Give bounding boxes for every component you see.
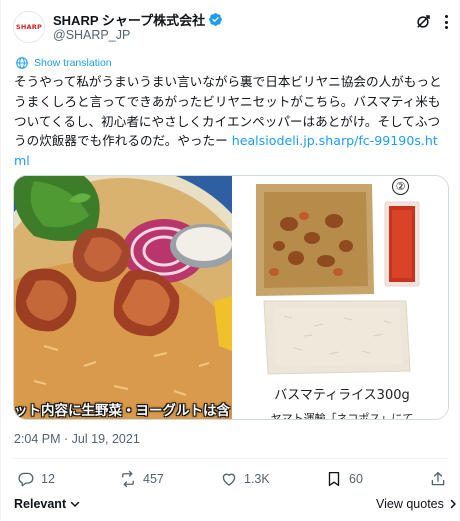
author-name-row[interactable]: SHARP シャープ株式会社 (53, 10, 223, 29)
grok-icon[interactable] (414, 13, 432, 31)
like-count: 1.3K (244, 472, 270, 486)
translate-icon (16, 57, 28, 69)
tweet-container: SHARP SHARP シャープ株式会社 @SHARP_JP Show tran… (0, 0, 460, 521)
avatar[interactable]: SHARP (13, 11, 45, 43)
more-icon[interactable] (439, 14, 453, 30)
media-caption: ット内容に生野菜・ヨーグルトは含 (14, 403, 230, 419)
shipping-label: ヤマト運輸「ネコポス」にて (270, 412, 414, 420)
retweet-count: 457 (143, 472, 164, 486)
item-number-badge: ② (392, 178, 409, 195)
verified-icon (209, 13, 223, 26)
biryani-photo[interactable]: ット内容に生野菜・ヨーグルトは含 (14, 176, 232, 419)
view-quotes-label: View quotes (376, 497, 444, 511)
share-icon (431, 471, 445, 486)
chevron-down-icon (70, 501, 80, 507)
reply-count: 12 (41, 472, 55, 486)
biryani-illustration (14, 176, 232, 419)
like-button[interactable]: 1.3K (220, 470, 270, 488)
avatar-logo-text: SHARP (16, 23, 42, 31)
kit-photo[interactable]: ② バスマティライス300g ヤマト運輸「ネコポス」にて (234, 176, 448, 420)
show-translation-link[interactable]: Show translation (15, 56, 112, 70)
show-translation-label: Show translation (34, 57, 112, 69)
product-label: バスマティライス300g (274, 388, 410, 403)
like-icon (222, 473, 236, 486)
display-name[interactable]: SHARP シャープ株式会社 (53, 10, 205, 29)
divider (13, 458, 449, 459)
sort-label: Relevant (14, 497, 67, 511)
retweet-icon (122, 470, 134, 488)
reply-icon (18, 472, 34, 487)
media-grid: ット内容に生野菜・ヨーグルトは含 ② バスマティライス300g ヤマト運輸「ネコ… (13, 175, 449, 420)
share-button[interactable] (429, 470, 447, 488)
bookmark-icon (328, 471, 340, 487)
chevron-right-icon (450, 499, 456, 509)
view-quotes-link[interactable]: View quotes (376, 497, 458, 511)
bookmark-count: 60 (349, 472, 363, 486)
bookmark-button[interactable]: 60 (325, 470, 363, 488)
handle[interactable]: @SHARP_JP (53, 28, 130, 42)
reply-button[interactable]: 12 (17, 470, 55, 488)
tweet-text: そうやって私がうまいうまい言いながら裏で日本ビリヤニ協会の人がもっとうまくしろと… (14, 72, 450, 171)
sort-replies-dropdown[interactable]: Relevant (14, 497, 80, 511)
retweet-button[interactable]: 457 (119, 470, 164, 488)
timestamp[interactable]: 2:04 PM · Jul 19, 2021 (14, 432, 140, 446)
